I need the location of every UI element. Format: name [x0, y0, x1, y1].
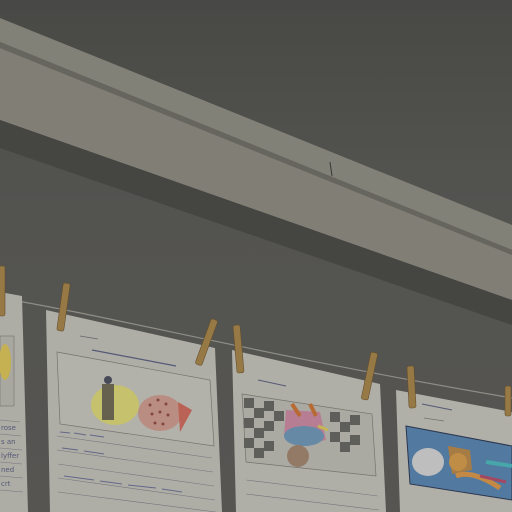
scene-illustration: rose s an lyffer ned crt: [0, 0, 512, 512]
classroom-scene: rose s an lyffer ned crt: [0, 0, 512, 512]
